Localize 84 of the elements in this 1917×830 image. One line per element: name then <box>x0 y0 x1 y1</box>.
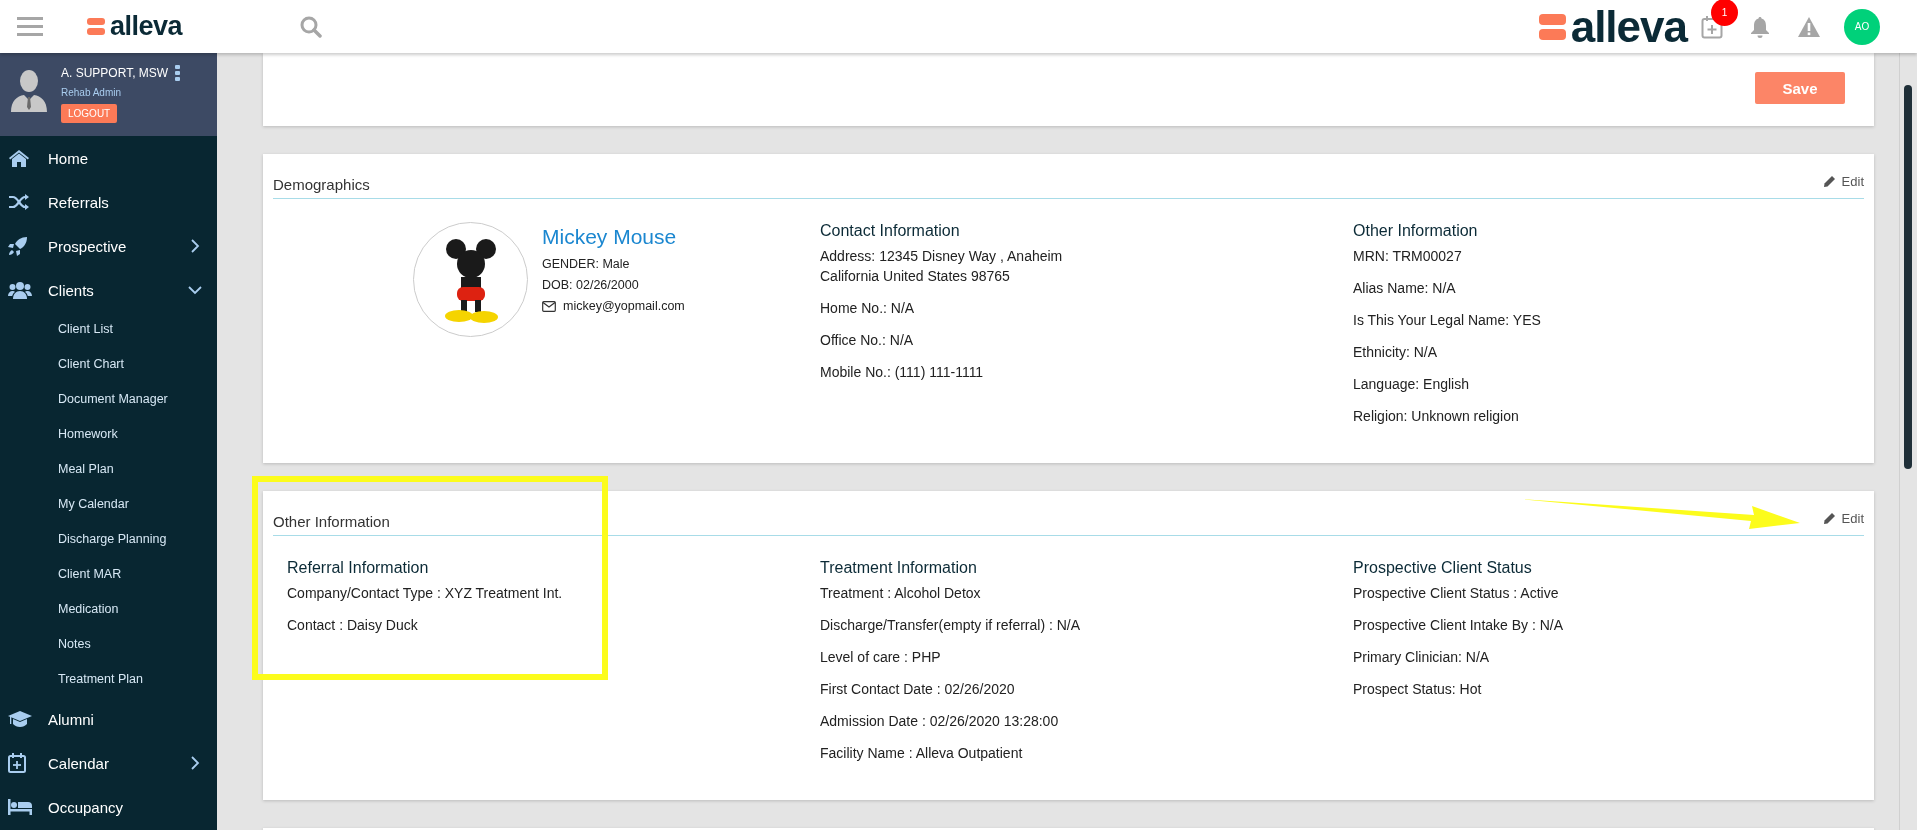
shuffle-icon <box>8 194 30 210</box>
rocket-icon <box>8 236 28 256</box>
menu-icon[interactable] <box>17 16 43 37</box>
info-field: Contact : Daisy Duck <box>287 615 820 635</box>
envelope-icon <box>542 301 556 312</box>
logo-icon <box>1538 13 1566 40</box>
info-field: Address: 12345 Disney Way , Anaheim California United States 98765 <box>820 246 1353 286</box>
info-field: Facility Name : Alleva Outpatient <box>820 743 1353 763</box>
info-field: Admission Date : 02/26/2020 13:28:00 <box>820 711 1353 731</box>
nav-subitem[interactable]: Discharge Planning <box>0 522 217 557</box>
nav-label: Occupancy <box>48 798 125 816</box>
user-role: Rehab Admin <box>61 87 122 98</box>
nav-item[interactable]: Alumni <box>0 697 217 741</box>
nav-item[interactable]: Clients <box>0 268 217 312</box>
client-dob: DOB: 02/26/2000 <box>542 277 640 294</box>
search-icon[interactable] <box>300 15 323 38</box>
person-silhouette-icon <box>10 68 48 112</box>
bell-icon[interactable] <box>1750 15 1770 38</box>
warning-icon[interactable] <box>1797 15 1821 38</box>
info-field: Mobile No.: (111) 111-1111 <box>820 362 1353 382</box>
info-field: First Contact Date : 02/26/2020 <box>820 679 1353 699</box>
pencil-icon <box>1822 175 1836 188</box>
info-field: Language: English <box>1353 374 1864 394</box>
pencil-icon <box>1822 512 1836 525</box>
info-field: Treatment : Alcohol Detox <box>820 583 1353 603</box>
nav-subitem[interactable]: Document Manager <box>0 382 217 417</box>
nav-label: Referrals <box>48 193 110 211</box>
nav-subitem[interactable]: My Calendar <box>0 487 217 522</box>
info-field: Company/Contact Type : XYZ Treatment Int. <box>287 583 820 603</box>
nav-item[interactable]: Home <box>0 136 217 180</box>
column-heading: Contact Information <box>820 222 961 240</box>
column-heading: Referral Information <box>287 559 430 577</box>
nav-subitem[interactable]: Client List <box>0 312 217 347</box>
nav-subitem[interactable]: Homework <box>0 417 217 452</box>
info-field: Home No.: N/A <box>820 298 1353 318</box>
column-heading: Treatment Information <box>820 559 978 577</box>
nav-subitem[interactable]: Client Chart <box>0 347 217 382</box>
info-field: Level of care : PHP <box>820 647 1353 667</box>
client-gender: GENDER: Male <box>542 256 631 273</box>
home-icon <box>8 149 30 167</box>
info-field: Prospective Client Status : Active <box>1353 583 1864 603</box>
section-title: Demographics <box>273 176 370 193</box>
logo-icon <box>87 18 105 35</box>
nav-subitem[interactable]: Notes <box>0 627 217 662</box>
client-email: mickey@yopmail.com <box>563 298 685 315</box>
kebab-menu-icon[interactable] <box>175 65 181 81</box>
nav-item[interactable]: Calendar <box>0 741 217 785</box>
nav-label: Clients <box>48 281 95 299</box>
info-field: Is This Your Legal Name: YES <box>1353 310 1864 330</box>
nav-subitem[interactable]: Client MAR <box>0 557 217 592</box>
notification-badge: 1 <box>1711 0 1738 26</box>
edit-button[interactable]: Edit <box>1822 511 1864 530</box>
info-field: Prospective Client Intake By : N/A <box>1353 615 1864 635</box>
nav-item[interactable]: Occupancy <box>0 785 217 829</box>
nav-item[interactable]: Prospective <box>0 224 217 268</box>
client-name: Mickey Mouse <box>542 225 678 249</box>
nav-subitem[interactable]: Treatment Plan <box>0 662 217 697</box>
info-field: Discharge/Transfer(empty if referral) : N/A <box>820 615 1353 635</box>
column-heading: Prospective Client Status <box>1353 559 1533 577</box>
users-icon <box>8 281 32 299</box>
scrollbar-thumb[interactable] <box>1904 85 1912 469</box>
info-field: MRN: TRM00027 <box>1353 246 1864 266</box>
info-field: Prospect Status: Hot <box>1353 679 1864 699</box>
section-title: Other Information <box>273 513 390 530</box>
edit-button[interactable]: Edit <box>1822 174 1864 193</box>
nav-label: Home <box>48 149 89 167</box>
info-field: Office No.: N/A <box>820 330 1353 350</box>
bed-icon <box>8 799 32 815</box>
nav-subitem[interactable]: Meal Plan <box>0 452 217 487</box>
info-field: Ethnicity: N/A <box>1353 342 1864 362</box>
info-field: Religion: Unknown religion <box>1353 406 1864 426</box>
info-field: Alias Name: N/A <box>1353 278 1864 298</box>
info-field: Primary Clinician: N/A <box>1353 647 1864 667</box>
logo-text: alleva <box>110 16 183 37</box>
nav-subitem[interactable]: Medication <box>0 592 217 627</box>
graduation-cap-icon <box>8 710 32 728</box>
column-heading: Other Information <box>1353 222 1479 240</box>
calendar-plus-icon <box>8 753 26 773</box>
nav-item[interactable]: Referrals <box>0 180 217 224</box>
nav-label: Alumni <box>48 710 95 728</box>
user-name: A. SUPPORT, MSW <box>61 66 169 80</box>
logo-text: alleva <box>1570 4 1687 49</box>
nav-label: Calendar <box>48 754 110 772</box>
nav-label: Prospective <box>48 237 128 255</box>
